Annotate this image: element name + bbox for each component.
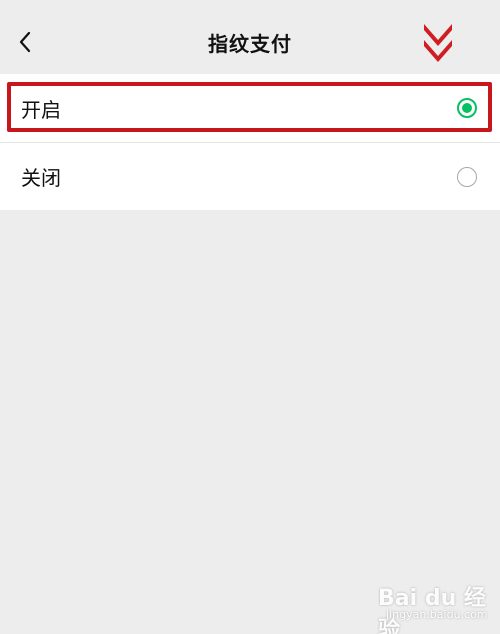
double-down-arrow-icon [424, 24, 452, 62]
radio-unchecked-icon[interactable] [457, 167, 477, 187]
navigation-bar: 指纹支付 [0, 0, 500, 74]
watermark-url: jingyan.baidu.com [386, 608, 488, 621]
radio-checked-icon[interactable] [457, 98, 477, 118]
option-enable-label: 开启 [21, 97, 61, 122]
option-enable[interactable]: 开启 [0, 74, 500, 142]
option-disable-label: 关闭 [21, 166, 61, 190]
screen: 指纹支付 开启 关闭 Bai du 经验 jingyan.baidu.com [0, 0, 500, 634]
option-disable[interactable]: 关闭 [0, 142, 500, 210]
watermark-logo-text: Bai du 经验 [378, 586, 486, 634]
option-list: 开启 关闭 [0, 74, 500, 210]
watermark: Bai du 经验 jingyan.baidu.com [378, 580, 498, 634]
